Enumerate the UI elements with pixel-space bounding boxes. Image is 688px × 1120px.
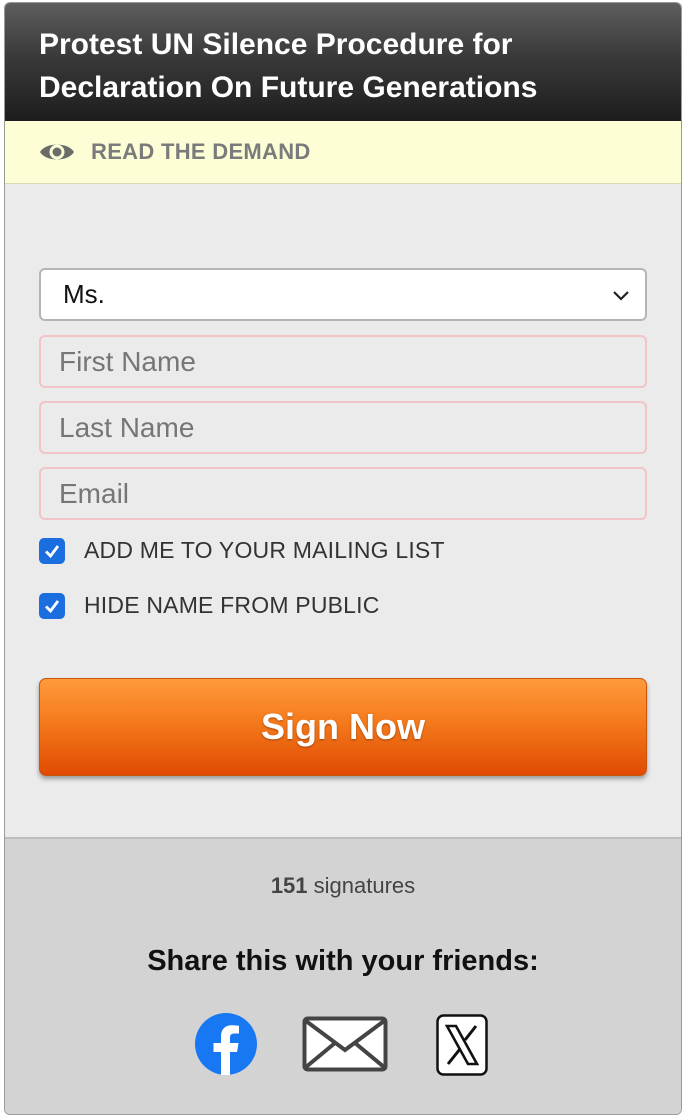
facebook-icon[interactable] xyxy=(194,1012,258,1076)
chevron-down-icon xyxy=(613,291,629,301)
petition-widget: Protest UN Silence Procedure for Declara… xyxy=(4,2,682,1115)
read-demand-link[interactable]: READ THE DEMAND xyxy=(5,121,681,184)
petition-header: Protest UN Silence Procedure for Declara… xyxy=(5,3,681,121)
checkmark-icon xyxy=(45,599,60,613)
eye-icon xyxy=(40,144,74,160)
share-heading: Share this with your friends: xyxy=(147,945,539,977)
first-name-field[interactable] xyxy=(39,335,647,388)
salutation-value: Ms. xyxy=(63,279,105,309)
petition-title: Protest UN Silence Procedure for Declara… xyxy=(39,28,538,104)
last-name-field[interactable] xyxy=(39,401,647,454)
hide-name-option[interactable]: HIDE NAME FROM PUBLIC xyxy=(39,592,380,619)
salutation-select[interactable]: Ms. xyxy=(39,268,647,321)
signature-count: 151 signatures xyxy=(5,873,681,899)
checkmark-icon xyxy=(45,544,60,558)
mailing-list-checkbox[interactable] xyxy=(39,537,65,564)
x-icon[interactable] xyxy=(436,1014,488,1076)
last-name-input[interactable] xyxy=(57,410,645,445)
mailing-list-option[interactable]: ADD ME TO YOUR MAILING LIST xyxy=(39,537,445,564)
petition-footer: 151 signatures Share this with your frie… xyxy=(5,837,681,1114)
email-input[interactable] xyxy=(57,476,645,511)
read-demand-label: READ THE DEMAND xyxy=(91,139,311,164)
sign-now-button[interactable]: Sign Now xyxy=(39,678,647,776)
hide-name-checkbox[interactable] xyxy=(39,592,65,619)
hide-name-label: HIDE NAME FROM PUBLIC xyxy=(84,592,380,618)
signature-count-number: 151 xyxy=(270,873,308,898)
signup-form: Ms. ADD ME TO YOUR MAILING LIST xyxy=(5,184,681,837)
mailing-list-label: ADD ME TO YOUR MAILING LIST xyxy=(84,537,445,563)
email-icon[interactable] xyxy=(302,1016,388,1072)
email-field[interactable] xyxy=(39,467,647,520)
first-name-input[interactable] xyxy=(57,344,645,379)
signature-count-label: signatures xyxy=(313,873,416,898)
